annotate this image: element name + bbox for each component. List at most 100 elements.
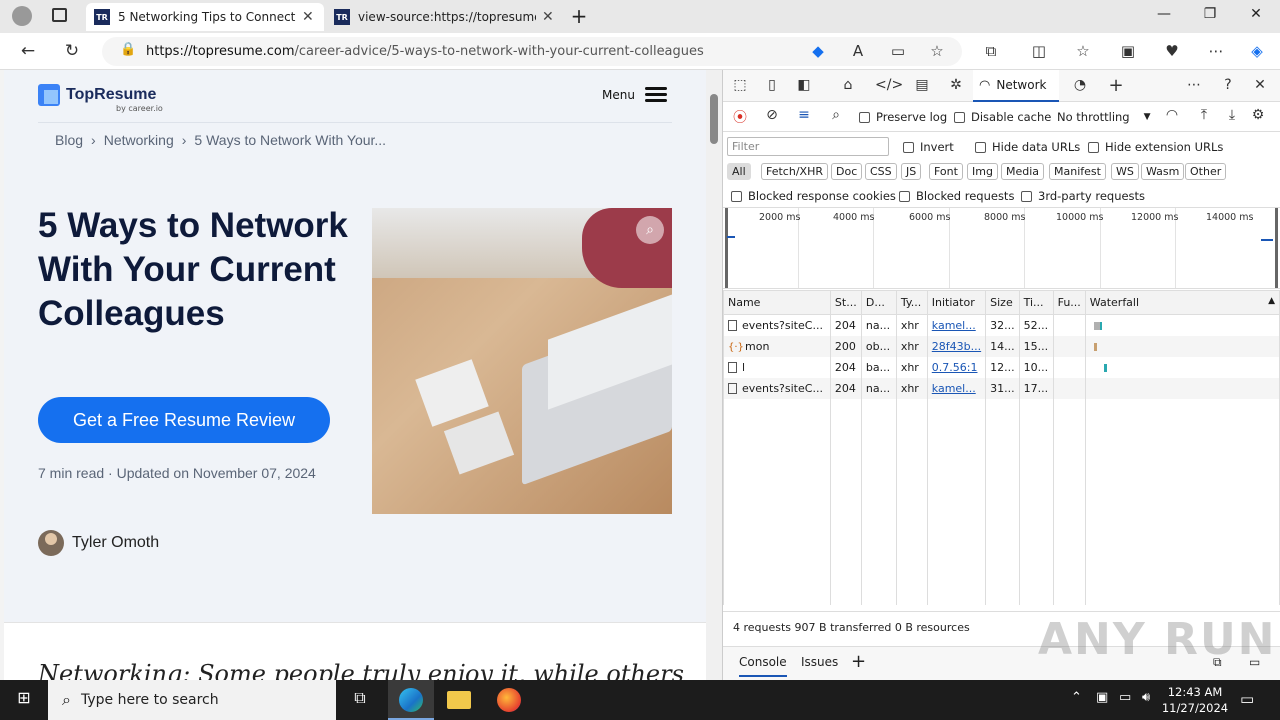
url-field[interactable]: 🔒 https://topresume.com/career-advice/5-… xyxy=(102,37,962,66)
network-conditions-icon[interactable]: ◠ xyxy=(1161,107,1183,123)
column-waterfall[interactable]: Waterfall ▲ xyxy=(1084,290,1280,315)
breadcrumb-networking[interactable]: Networking xyxy=(104,132,174,148)
column-initiator[interactable]: Initiator xyxy=(926,290,987,315)
new-tab-icon[interactable]: + xyxy=(569,4,589,28)
favorite-star-icon[interactable]: ☆ xyxy=(926,42,948,60)
windows-start-icon[interactable]: ⊞ xyxy=(12,688,36,712)
clock[interactable]: 12:43 AM 11/27/2024 xyxy=(1160,684,1230,716)
drawer-tab-console[interactable]: Console xyxy=(739,655,787,677)
menu-button[interactable]: Menu xyxy=(602,84,667,105)
tab-view-source[interactable]: TR view-source:https://topresume.co ✕ xyxy=(326,3,566,31)
chevron-up-icon[interactable]: ⌃ xyxy=(1071,690,1082,705)
type-filter-css[interactable]: CSS xyxy=(865,163,897,180)
type-filter-font[interactable]: Font xyxy=(929,163,963,180)
clear-icon[interactable]: ⊘ xyxy=(761,107,783,123)
blocked-cookies-checkbox[interactable]: Blocked response cookies xyxy=(731,189,896,203)
type-filter-manifest[interactable]: Manifest xyxy=(1049,163,1106,180)
firefox-icon[interactable] xyxy=(497,688,521,712)
read-aloud-icon[interactable]: A xyxy=(847,42,869,60)
type-filter-media[interactable]: Media xyxy=(1001,163,1045,180)
split-screen-icon[interactable]: ◫ xyxy=(1028,42,1050,60)
page-scrollbar[interactable] xyxy=(706,70,722,680)
tab-actions-icon[interactable] xyxy=(52,8,67,22)
collections-icon[interactable]: ▣ xyxy=(1117,42,1139,60)
lock-icon[interactable]: 🔒 xyxy=(120,42,136,57)
hide-data-urls-checkbox[interactable]: Hide data URLs xyxy=(975,140,1080,154)
minimize-icon[interactable]: — xyxy=(1154,6,1174,22)
filter-input[interactable]: Filter xyxy=(727,137,889,156)
free-resume-review-button[interactable]: Get a Free Resume Review xyxy=(38,397,330,443)
search-icon[interactable]: ⌕ xyxy=(825,107,847,123)
table-row[interactable]: {·}mon 200 ob... xhr 28f43b... 14... 15... xyxy=(723,335,1280,357)
hide-extension-urls-checkbox[interactable]: Hide extension URLs xyxy=(1088,140,1223,154)
more-tools-icon[interactable]: + xyxy=(1105,75,1127,96)
type-filter-img[interactable]: Img xyxy=(967,163,998,180)
network-tray-icon[interactable]: ▭ xyxy=(1119,690,1131,705)
sources-icon[interactable]: ✲ xyxy=(945,77,967,93)
column-fulfilled[interactable]: Fu... xyxy=(1052,290,1086,315)
edge-taskbar-button[interactable] xyxy=(388,680,434,720)
initiator-link[interactable]: kamel... xyxy=(932,382,976,395)
add-drawer-tab-icon[interactable]: + xyxy=(851,651,866,672)
extensions-icon[interactable]: ⧉ xyxy=(980,42,1002,60)
type-filter-fetch-xhr[interactable]: Fetch/XHR xyxy=(761,163,828,180)
restore-icon[interactable]: ❐ xyxy=(1200,6,1220,22)
type-filter-doc[interactable]: Doc xyxy=(831,163,863,180)
back-icon[interactable]: ← xyxy=(17,41,39,61)
network-settings-icon[interactable]: ⚙ xyxy=(1247,107,1269,123)
type-filter-all[interactable]: All xyxy=(727,163,751,180)
table-row[interactable]: l 204 ba... xhr 0.7.56:1 12... 10... xyxy=(723,356,1280,378)
filter-icon[interactable]: ≡ xyxy=(793,107,815,123)
type-filter-js[interactable]: JS xyxy=(901,163,922,180)
type-filter-wasm[interactable]: Wasm xyxy=(1141,163,1185,180)
initiator-link[interactable]: kamel... xyxy=(932,319,976,332)
invert-checkbox[interactable]: Invert xyxy=(903,140,954,154)
profile-icon[interactable] xyxy=(12,6,32,26)
table-row[interactable]: events?siteC... 204 na... xhr kamel... 31.… xyxy=(723,377,1280,399)
column-size[interactable]: Size xyxy=(985,290,1020,315)
welcome-icon[interactable]: ⌂ xyxy=(837,77,859,93)
favorites-icon[interactable]: ☆ xyxy=(1072,42,1094,60)
immersive-reader-icon[interactable]: ▭ xyxy=(887,42,909,60)
performance-icon[interactable]: ♥ xyxy=(1161,42,1183,60)
file-explorer-icon[interactable] xyxy=(447,691,471,709)
blocked-requests-checkbox[interactable]: Blocked requests xyxy=(899,189,1014,203)
table-row[interactable]: events?siteC... 204 na... xhr kamel... 32.… xyxy=(723,314,1280,336)
console-icon[interactable]: ▤ xyxy=(911,77,933,93)
author[interactable]: Tyler Omoth xyxy=(38,530,159,556)
column-domain[interactable]: D... xyxy=(860,290,897,315)
third-party-checkbox[interactable]: 3rd-party requests xyxy=(1021,189,1145,203)
device-emulation-icon[interactable]: ▯ xyxy=(761,77,783,93)
throttling-select[interactable]: No throttling ▼ xyxy=(1057,110,1151,124)
tab-network[interactable]: ◠ Network xyxy=(973,70,1059,102)
type-filter-ws[interactable]: WS xyxy=(1111,163,1139,180)
column-status[interactable]: St... xyxy=(829,290,862,315)
import-har-icon[interactable]: ⤒ xyxy=(1193,107,1215,123)
performance-insights-icon[interactable]: ◔ xyxy=(1069,77,1091,93)
close-tab-icon[interactable]: ✕ xyxy=(302,9,314,25)
shield-icon[interactable]: ◆ xyxy=(807,42,829,60)
drawer-tab-issues[interactable]: Issues xyxy=(801,655,838,669)
breadcrumb-blog[interactable]: Blog xyxy=(55,132,83,148)
type-filter-other[interactable]: Other xyxy=(1185,163,1227,180)
dock-side-icon[interactable]: ◧ xyxy=(793,77,815,93)
more-options-icon[interactable]: ⋯ xyxy=(1205,42,1227,60)
task-view-icon[interactable]: ⧉ xyxy=(348,688,372,712)
close-tab-icon[interactable]: ✕ xyxy=(542,9,554,25)
security-tray-icon[interactable]: ▣ xyxy=(1096,690,1108,705)
initiator-link[interactable]: 28f43b... xyxy=(932,340,981,353)
devtools-menu-icon[interactable]: ⋯ xyxy=(1183,77,1205,93)
close-window-icon[interactable]: ✕ xyxy=(1246,6,1266,22)
copilot-icon[interactable]: ◈ xyxy=(1246,42,1268,60)
notifications-icon[interactable]: ▭ xyxy=(1240,690,1254,708)
tab-active[interactable]: TR 5 Networking Tips to Connect With ✕ xyxy=(86,3,324,31)
help-icon[interactable]: ? xyxy=(1217,77,1239,93)
disable-cache-checkbox[interactable]: Disable cache xyxy=(954,110,1051,124)
elements-icon[interactable]: </> xyxy=(875,77,903,93)
inspect-icon[interactable]: ⬚ xyxy=(729,77,751,93)
refresh-icon[interactable]: ↻ xyxy=(61,41,83,61)
column-time[interactable]: Ti... xyxy=(1018,290,1054,315)
export-har-icon[interactable]: ⤓ xyxy=(1221,107,1243,123)
visual-search-icon[interactable]: ⌕ xyxy=(636,216,664,244)
column-name[interactable]: Name xyxy=(723,290,831,315)
